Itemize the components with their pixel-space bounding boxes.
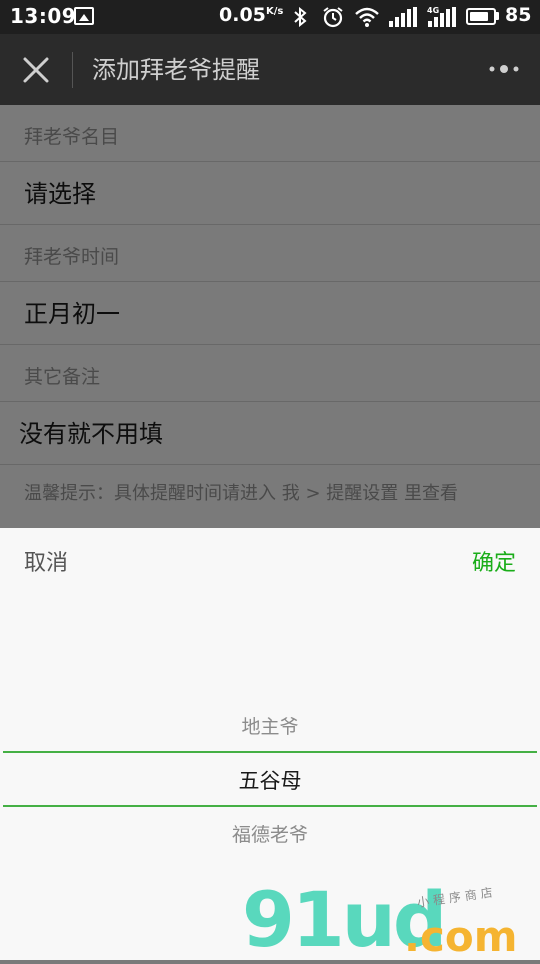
- alarm-icon: [323, 7, 343, 28]
- page-title: 添加拜老爷提醒: [92, 56, 260, 84]
- nav-divider: [72, 52, 73, 88]
- battery-cap: [496, 12, 499, 20]
- battery-fill: [470, 12, 489, 21]
- time-select-field[interactable]: 正月初一: [0, 281, 540, 345]
- picker-option[interactable]: 地主爷: [0, 710, 540, 744]
- name-label: 拜老爷名目: [24, 126, 120, 148]
- note-input[interactable]: 没有就不用填: [0, 401, 540, 465]
- name-select-field[interactable]: 请选择: [0, 161, 540, 225]
- picker-option-selected[interactable]: 五谷母: [0, 764, 540, 798]
- picker-selection-bottom-line: [3, 805, 537, 807]
- picture-icon: [74, 7, 94, 25]
- battery-icon: [466, 8, 496, 25]
- reminder-form: 拜老爷名目 请选择 拜老爷时间 正月初一 其它备注 没有就不用填: [0, 105, 540, 465]
- watermark-domain: .com: [404, 912, 518, 961]
- time-label: 拜老爷时间: [24, 246, 120, 268]
- status-time: 13:09: [10, 4, 77, 28]
- cancel-button[interactable]: 取消: [24, 548, 68, 580]
- status-bar: 13:09 0.05 K/s 4G 85: [0, 0, 540, 34]
- network-speed-unit: K/s: [266, 6, 284, 17]
- note-label: 其它备注: [24, 366, 101, 388]
- nav-bar: 添加拜老爷提醒: [0, 34, 540, 105]
- signal-4g-icon: [428, 7, 456, 27]
- hint-text: 温馨提示：具体提醒时间请进入 我 > 提醒设置 里查看: [24, 483, 458, 504]
- signal-icon: [389, 7, 417, 27]
- confirm-button[interactable]: 确定: [472, 548, 516, 580]
- wifi-icon: [355, 7, 379, 27]
- more-icon[interactable]: [488, 62, 520, 76]
- battery-level: 85: [505, 4, 532, 26]
- close-icon[interactable]: [22, 56, 50, 84]
- bluetooth-icon: [294, 7, 307, 27]
- picker-option[interactable]: 福德老爷: [0, 818, 540, 852]
- network-speed: 0.05: [219, 4, 266, 26]
- picker-selection-top-line: [3, 751, 537, 753]
